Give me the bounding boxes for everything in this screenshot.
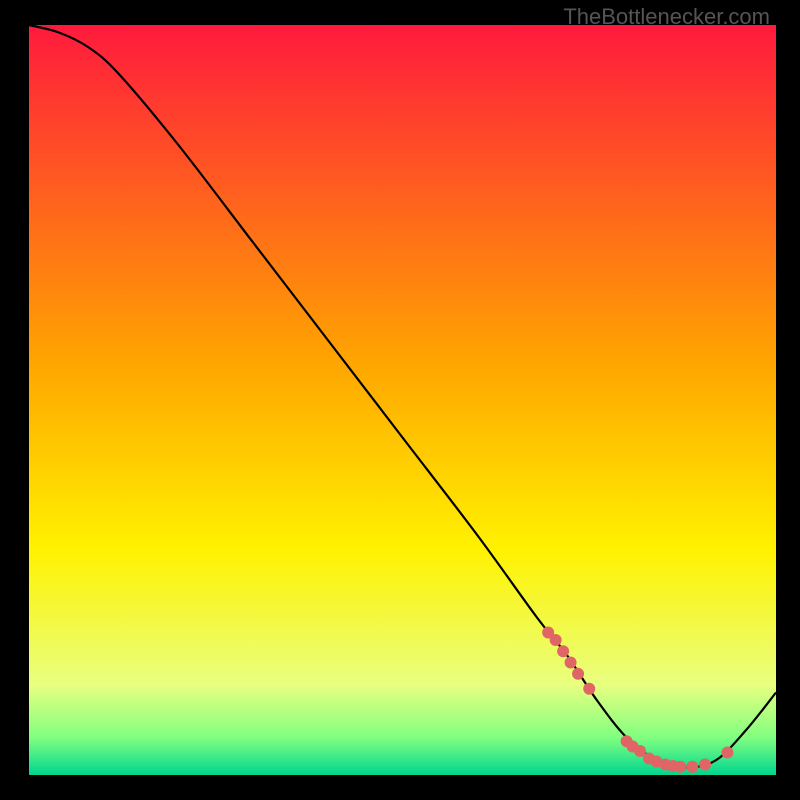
data-point [674, 761, 686, 773]
data-point [550, 634, 562, 646]
data-point [721, 747, 733, 759]
data-point [699, 759, 711, 771]
chart-svg [0, 0, 800, 800]
data-point [686, 761, 698, 773]
plot-background [29, 25, 776, 775]
watermark-text: TheBottlenecker.com [563, 4, 770, 30]
bottleneck-chart: TheBottlenecker.com [0, 0, 800, 800]
data-point [557, 645, 569, 657]
data-point [583, 683, 595, 695]
data-point [572, 668, 584, 680]
data-point [565, 657, 577, 669]
